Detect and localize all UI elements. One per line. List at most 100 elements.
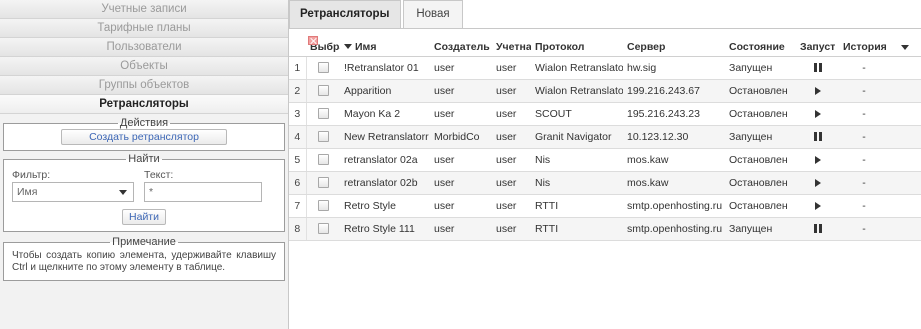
sidebar-item-2[interactable]: Пользователи <box>0 38 288 57</box>
sidebar-item-5[interactable]: Ретрансляторы <box>0 95 288 114</box>
table-row[interactable]: 7 Retro Style user user RTTI smtp.openhosting… <box>289 194 921 218</box>
pause-icon[interactable] <box>813 224 822 234</box>
cell-history: - <box>839 56 889 80</box>
main-content: Ретрансляторы Новая Выбра Имя Создатель … <box>289 0 921 329</box>
cell-account: user <box>492 102 531 126</box>
row-select-cell <box>306 79 340 103</box>
sidebar-item-4[interactable]: Группы объектов <box>0 76 288 95</box>
cell-server: smtp.openhosting.ru <box>623 194 725 218</box>
cell-history: - <box>839 148 889 172</box>
row-checkbox[interactable] <box>317 62 329 74</box>
cell-protocol: Wialon Retranslator <box>531 79 623 103</box>
cell-name: Retro Style <box>340 194 430 218</box>
header-server[interactable]: Сервер <box>623 38 725 57</box>
header-name[interactable]: Имя <box>340 38 430 57</box>
table-row[interactable]: 5 retranslator 02a user user Nis mos.kaw Остан… <box>289 148 921 172</box>
cell-creator: user <box>430 194 492 218</box>
sidebar-item-0[interactable]: Учетные записи <box>0 0 288 19</box>
header-protocol[interactable]: Протокол <box>531 38 623 57</box>
cell-creator: user <box>430 217 492 241</box>
cell-history: - <box>839 194 889 218</box>
header-creator[interactable]: Создатель <box>430 38 492 57</box>
sort-arrow-icon <box>344 43 352 49</box>
cell-history: - <box>839 102 889 126</box>
tab-new[interactable]: Новая <box>403 0 463 28</box>
row-checkbox[interactable] <box>317 223 329 235</box>
header-state[interactable]: Состояние <box>725 38 796 57</box>
cell-state: Остановлен <box>725 194 796 218</box>
actions-legend: Действия <box>119 117 169 129</box>
header-name-label: Имя <box>355 40 377 53</box>
cell-history: - <box>839 217 889 241</box>
text-label: Текст: <box>144 169 174 181</box>
cell-account: user <box>492 171 531 195</box>
cell-account: user <box>492 194 531 218</box>
table-row[interactable]: 1 !Retranslator 01 user user Wialon Retransl… <box>289 56 921 80</box>
cell-run <box>796 79 839 103</box>
play-icon[interactable] <box>814 86 821 95</box>
sidebar-item-1[interactable]: Тарифные планы <box>0 19 288 38</box>
table-row[interactable]: 2 Apparition user user Wialon Retranslator 19… <box>289 79 921 103</box>
play-icon[interactable] <box>814 109 821 118</box>
cell-state: Остановлен <box>725 102 796 126</box>
play-icon[interactable] <box>814 155 821 164</box>
sidebar-nav: Учетные записи Тарифные планы Пользователи… <box>0 0 288 114</box>
note-text: Чтобы создать копию элемента, удерживайт… <box>12 250 276 273</box>
chevron-down-icon <box>901 44 909 50</box>
find-legend: Найти <box>128 153 160 165</box>
sidebar-item-3[interactable]: Объекты <box>0 57 288 76</box>
filter-select[interactable]: Имя <box>12 182 134 202</box>
row-checkbox[interactable] <box>317 131 329 143</box>
row-select-cell <box>306 56 340 80</box>
tab-retranslators[interactable]: Ретрансляторы <box>289 0 401 45</box>
cell-name: retranslator 02a <box>340 148 430 172</box>
cell-spacer <box>889 79 921 103</box>
table-row[interactable]: 3 Mayon Ka 2 user user SCOUT 195.216.243.23 Ос… <box>289 102 921 126</box>
close-icon[interactable] <box>308 36 318 45</box>
row-number: 3 <box>289 102 307 126</box>
create-retranslator-button[interactable]: Создать ретранслятор <box>61 129 227 145</box>
find-button[interactable]: Найти <box>122 209 166 225</box>
row-select-cell <box>306 102 340 126</box>
row-checkbox[interactable] <box>317 177 329 189</box>
header-account[interactable]: Учетна <box>492 38 531 57</box>
cell-account: user <box>492 125 531 149</box>
row-select-cell <box>306 217 340 241</box>
play-icon[interactable] <box>814 178 821 187</box>
cell-server: 195.216.243.23 <box>623 102 725 126</box>
cell-protocol: RTTI <box>531 194 623 218</box>
pause-icon[interactable] <box>813 132 822 142</box>
tab-retranslators-label: Ретрансляторы <box>300 8 390 20</box>
row-number: 5 <box>289 148 307 172</box>
cell-creator: MorbidCo <box>430 125 492 149</box>
search-text-input[interactable]: * <box>144 182 262 202</box>
cell-run <box>796 102 839 126</box>
cell-run <box>796 56 839 80</box>
cell-run <box>796 217 839 241</box>
row-number: 8 <box>289 217 307 241</box>
row-checkbox[interactable] <box>317 154 329 166</box>
cell-state: Запущен <box>725 125 796 149</box>
cell-creator: user <box>430 102 492 126</box>
play-icon[interactable] <box>814 201 821 210</box>
header-history[interactable]: История <box>839 38 889 57</box>
header-run[interactable]: Запуст <box>796 38 839 57</box>
cell-protocol: RTTI <box>531 217 623 241</box>
row-select-cell <box>306 171 340 195</box>
cell-state: Запущен <box>725 56 796 80</box>
row-checkbox[interactable] <box>317 108 329 120</box>
actions-panel: Действия Создать ретранслятор <box>3 117 285 151</box>
cell-run <box>796 194 839 218</box>
table-row[interactable]: 8 Retro Style 111 user user RTTI smtp.openhos… <box>289 217 921 241</box>
row-checkbox[interactable] <box>317 200 329 212</box>
cell-name: Mayon Ka 2 <box>340 102 430 126</box>
table-row[interactable]: 4 New Retranslatorr MorbidCo user Granit Nav… <box>289 125 921 149</box>
row-select-cell <box>306 148 340 172</box>
cell-protocol: Granit Navigator <box>531 125 623 149</box>
table-row[interactable]: 6 retranslator 02b user user Nis mos.kaw Остан… <box>289 171 921 195</box>
cell-server: mos.kaw <box>623 148 725 172</box>
pause-icon[interactable] <box>813 63 822 73</box>
column-menu-button[interactable] <box>889 38 921 57</box>
cell-creator: user <box>430 56 492 80</box>
row-checkbox[interactable] <box>317 85 329 97</box>
